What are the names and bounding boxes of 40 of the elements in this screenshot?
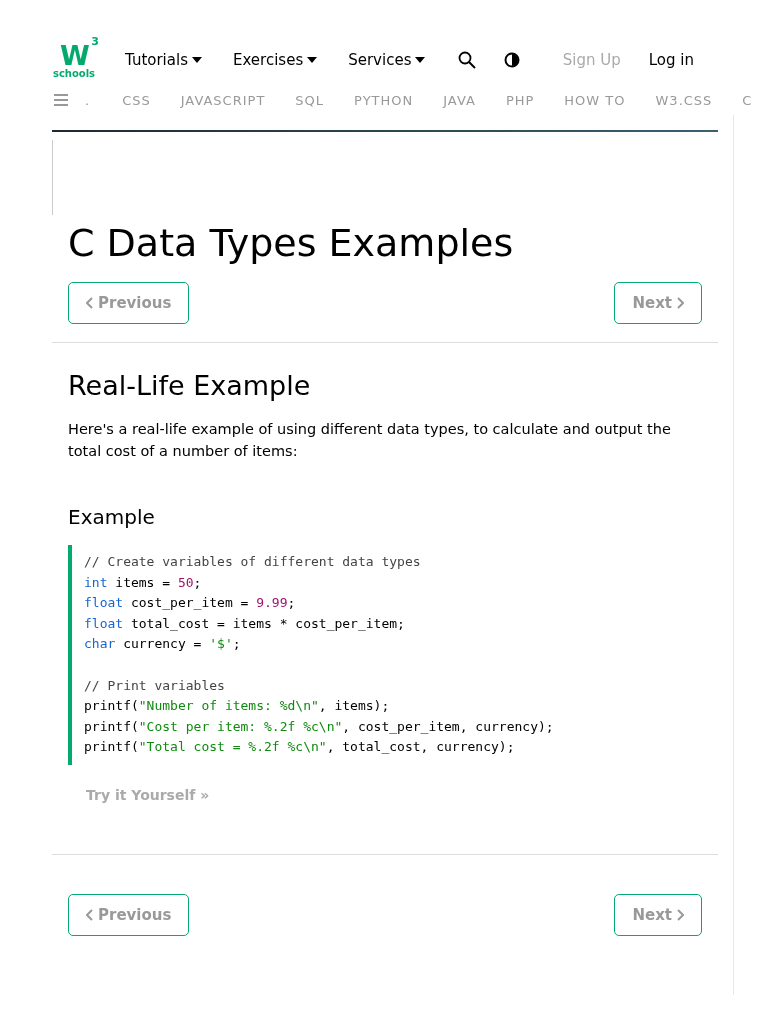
menu-button[interactable]: Exercises xyxy=(232,51,318,69)
code-line: float cost_per_item = 9.99; xyxy=(84,594,297,613)
code-line: float total_cost = items * cost_per_item; xyxy=(84,614,406,633)
previous-button[interactable]: Previous xyxy=(68,893,190,936)
chevron-right-icon xyxy=(677,908,684,921)
section-heading: Real-Life Example xyxy=(68,369,312,403)
menu-icon[interactable] xyxy=(54,94,68,106)
topic-link[interactable]: . xyxy=(85,92,91,108)
topic-link[interactable]: PHP xyxy=(505,92,535,108)
code-line: printf("Cost per item: %.2f %c\n", cost_per_item, currency); xyxy=(84,717,555,736)
try-it-yourself-link[interactable]: Try it Yourself » xyxy=(86,786,210,803)
next-button[interactable]: Next xyxy=(614,893,702,936)
previous-button[interactable]: Previous xyxy=(68,282,190,324)
topic-link[interactable]: SQL xyxy=(295,92,325,108)
code-line: printf("Total cost = %.2f %c\n", total_cost, currency); xyxy=(84,738,516,757)
code-line: // Print variables xyxy=(84,676,226,695)
menu-button[interactable]: Services xyxy=(348,51,426,69)
example-heading: Example xyxy=(68,505,156,529)
code-line: // Create variables of different data types xyxy=(84,553,422,571)
search-icon[interactable] xyxy=(458,51,477,69)
chevron-left-icon xyxy=(86,297,93,309)
contrast-icon[interactable] xyxy=(504,52,521,68)
code-line: printf("Number of items: %d\n", items); xyxy=(84,697,391,716)
topic-link[interactable]: W3.CSS xyxy=(655,92,713,108)
next-button[interactable]: Next xyxy=(614,282,702,324)
topic-link[interactable]: HOW TO xyxy=(564,92,626,108)
topic-link[interactable]: PYTHON xyxy=(354,92,414,108)
code-line: int items = 50; xyxy=(84,573,203,592)
topic-link[interactable]: C xyxy=(742,92,753,108)
login-link[interactable]: Log in xyxy=(648,51,694,69)
sign-up-link[interactable]: Sign Up xyxy=(562,51,621,69)
menu-button[interactable]: Tutorials xyxy=(125,51,202,69)
topic-link[interactable]: JAVA xyxy=(443,92,476,108)
page-title: C Data Types Examples xyxy=(68,220,515,267)
chevron-left-icon xyxy=(86,908,93,921)
topic-link[interactable]: CSS xyxy=(122,92,151,108)
topic-link[interactable]: JAVASCRIPT xyxy=(180,92,266,108)
code-line: char currency = '$'; xyxy=(84,635,242,654)
chevron-right-icon xyxy=(677,297,684,309)
paragraph: Here's a real-life example of using different data types, to calculate and output the total cost of a number of items: xyxy=(68,420,672,461)
